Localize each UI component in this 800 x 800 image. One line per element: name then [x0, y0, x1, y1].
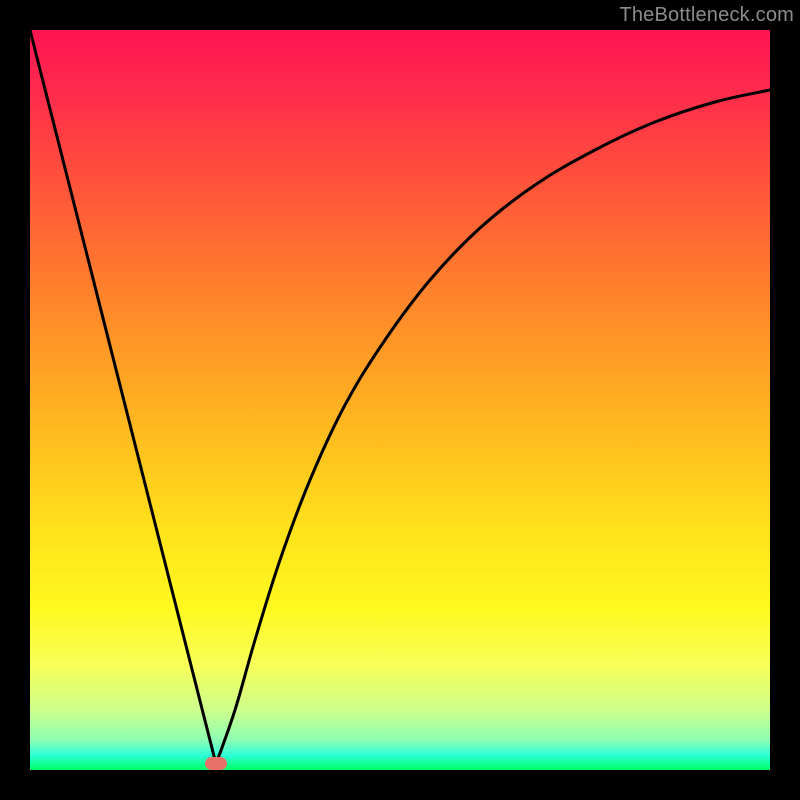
watermark-text: TheBottleneck.com: [619, 4, 794, 27]
chart-svg: [30, 30, 770, 770]
plot-area: [30, 30, 770, 770]
chart-container: TheBottleneck.com: [0, 0, 800, 800]
series-left-line: [30, 30, 216, 764]
series-right-curve: [216, 90, 770, 764]
min-point-marker: [205, 757, 227, 770]
